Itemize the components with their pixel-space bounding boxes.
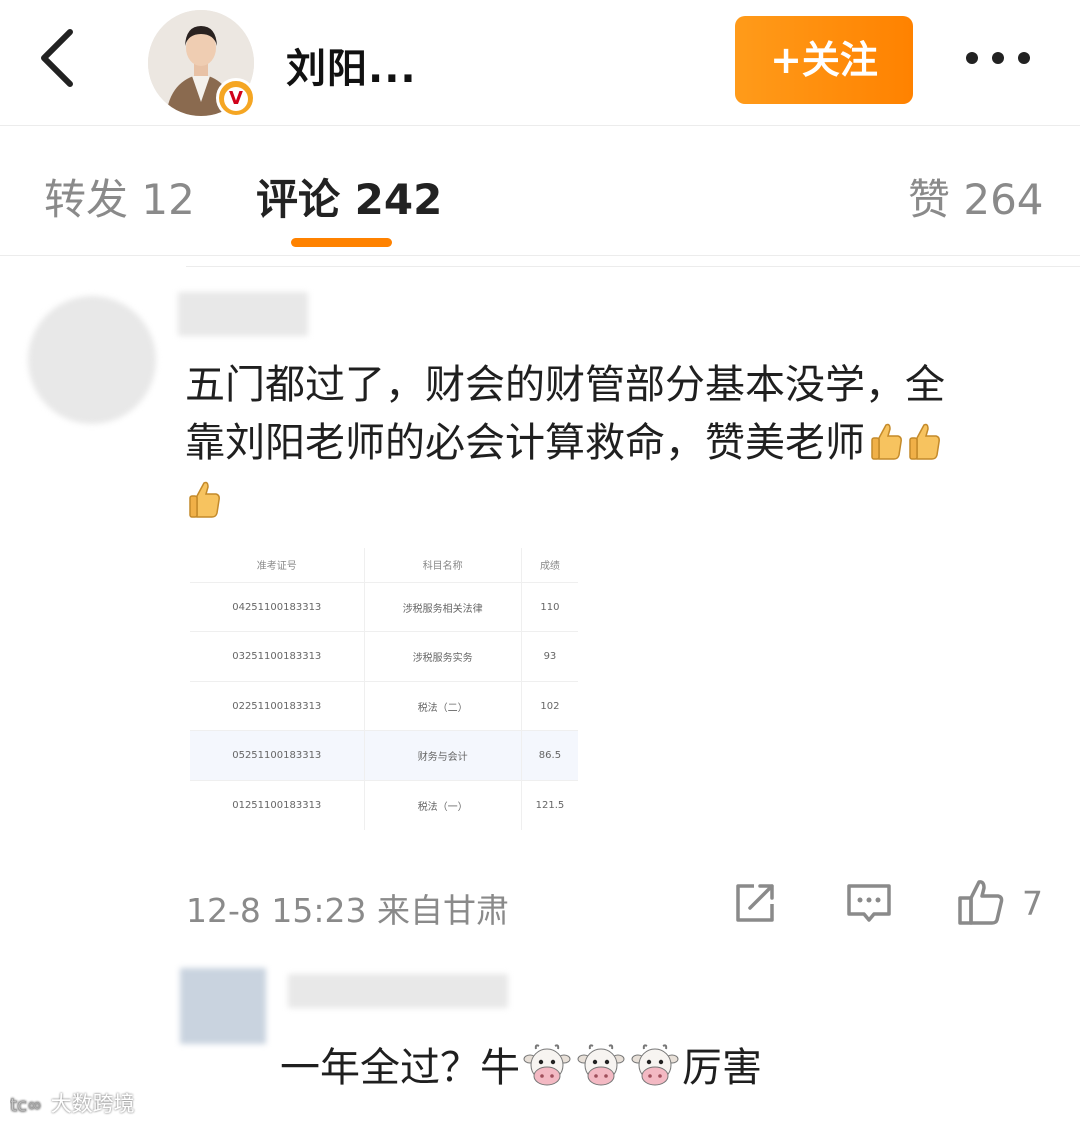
table-cell: 税法（二） — [364, 680, 522, 731]
table-row: 02251100183313 税法（二） 102 — [190, 680, 578, 731]
table-header: 准考证号 — [190, 548, 365, 583]
like-thumb-icon[interactable] — [956, 878, 1006, 928]
share-icon[interactable] — [730, 878, 780, 928]
table-cell: 01251100183313 — [190, 779, 365, 830]
watermark-text: 大数跨境 — [50, 1092, 135, 1116]
cow-face-icon — [523, 1044, 571, 1086]
table-cell: 02251100183313 — [190, 680, 365, 731]
tab-likes[interactable]: 赞 264 — [908, 166, 1044, 227]
back-arrow-icon[interactable] — [28, 24, 88, 94]
commenter-name-blurred[interactable] — [178, 292, 308, 336]
table-cell: 102 — [521, 680, 578, 731]
table-cell: 04251100183313 — [190, 581, 365, 632]
cow-face-icon — [631, 1044, 679, 1086]
table-row: 05251100183313 财务与会计 86.5 — [190, 730, 578, 781]
table-cell: 财务与会计 — [364, 730, 522, 781]
table-row: 04251100183313 涉税服务相关法律 110 — [190, 581, 578, 632]
table-row: 03251100183313 涉税服务实务 93 — [190, 631, 578, 682]
cow-face-icon — [577, 1044, 625, 1086]
table-cell: 03251100183313 — [190, 631, 365, 682]
table-row: 01251100183313 税法（一） 121.5 — [190, 779, 578, 830]
table-cell: 涉税服务实务 — [364, 631, 522, 682]
reply-body: 一年全过？牛 厉害 — [280, 1035, 762, 1093]
active-tab-indicator — [291, 238, 392, 247]
table-header-row: 准考证号 科目名称 成绩 — [190, 548, 578, 583]
follow-button[interactable]: +关注 — [735, 16, 913, 104]
table-cell: 121.5 — [521, 779, 578, 830]
table-header: 科目名称 — [364, 548, 522, 583]
commenter-avatar-blurred[interactable] — [28, 296, 156, 424]
verified-badge-icon: V — [216, 78, 256, 118]
tab-comments[interactable]: 评论 242 — [256, 166, 442, 227]
comment-time: 12-8 15:23 — [186, 891, 367, 930]
comment-body: 五门都过了，财会的财管部分基本没学，全 靠刘阳老师的必会计算救命，赞美老师 — [185, 356, 1055, 530]
reply-text-start: 一年全过？牛 — [280, 1045, 520, 1091]
reply-name-blurred[interactable] — [288, 974, 508, 1008]
thumbs-up-icon — [871, 423, 902, 460]
table-cell: 110 — [521, 581, 578, 632]
comment-location: 来自甘肃 — [377, 891, 509, 930]
reply-comment-icon[interactable] — [844, 878, 894, 928]
table-cell: 税法（一） — [364, 779, 522, 830]
svg-text:tc∞: tc∞ — [10, 1095, 42, 1115]
tab-bar: 转发 12 评论 242 赞 264 — [0, 126, 1080, 256]
divider — [186, 266, 1080, 267]
comment-text-line2: 靠刘阳老师的必会计算救命，赞美老师 — [185, 420, 865, 466]
watermark-logo-icon: tc∞ — [10, 1095, 43, 1117]
reply-avatar-blurred[interactable] — [180, 968, 266, 1044]
comment-meta: 12-8 15:23 来自甘肃 — [186, 884, 509, 932]
table-header: 成绩 — [539, 561, 560, 573]
thumbs-up-icon — [189, 481, 220, 518]
username[interactable]: 刘阳... — [286, 36, 417, 94]
thumbs-up-icon — [909, 423, 940, 460]
table-cell: 86.5 — [521, 730, 578, 781]
like-count: 7 — [1022, 884, 1043, 923]
score-table-image[interactable]: 准考证号 科目名称 成绩 04251100183313 涉税服务相关法律 110… — [190, 548, 578, 830]
comment-text-line1: 五门都过了，财会的财管部分基本没学，全 — [185, 362, 945, 408]
table-cell: 05251100183313 — [190, 730, 365, 781]
table-cell: 93 — [521, 631, 578, 682]
tab-reposts[interactable]: 转发 12 — [44, 166, 195, 227]
table-cell: 涉税服务相关法律 — [364, 581, 522, 632]
watermark: tc∞ 大数跨境 — [10, 1088, 135, 1118]
top-bar: V 刘阳... +关注 — [0, 0, 1080, 126]
more-options-icon[interactable] — [960, 36, 1040, 80]
reply-text-end: 厉害 — [682, 1045, 762, 1091]
